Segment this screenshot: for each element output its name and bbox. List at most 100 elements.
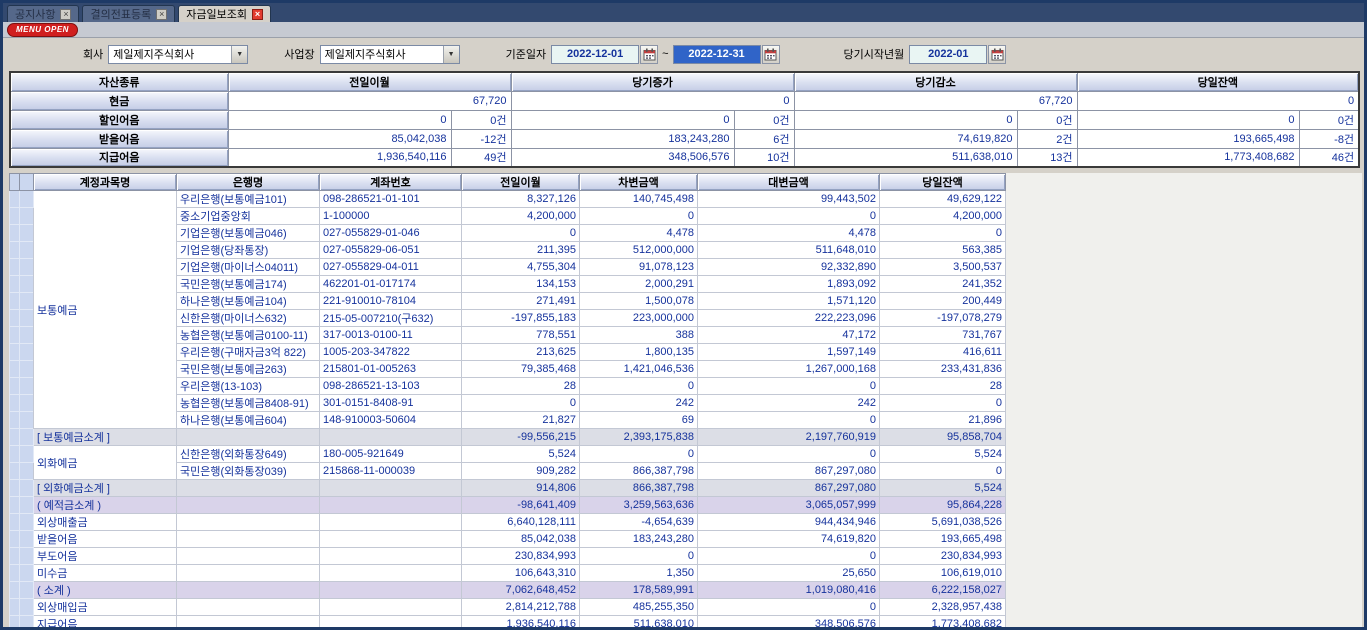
row-selector[interactable]: [10, 463, 20, 480]
grid-cell[interactable]: 10건: [734, 148, 794, 167]
grid-cell[interactable]: 4,200,000: [462, 208, 580, 225]
grid-cell[interactable]: 0건: [451, 110, 511, 129]
bank-name-cell[interactable]: 국민은행(보통예금174): [177, 276, 320, 293]
row-selector[interactable]: [20, 378, 34, 395]
row-label-cell[interactable]: [ 외화예금소계 ]: [34, 480, 177, 497]
row-selector[interactable]: [20, 225, 34, 242]
row-selector[interactable]: [10, 599, 20, 616]
grid-cell[interactable]: 233,431,836: [880, 361, 1006, 378]
row-selector[interactable]: [10, 497, 20, 514]
row-selector[interactable]: [10, 191, 20, 208]
row-selector[interactable]: [20, 463, 34, 480]
grid-cell[interactable]: 69: [580, 412, 698, 429]
row-selector[interactable]: [10, 293, 20, 310]
row-selector[interactable]: [10, 327, 20, 344]
menu-open-button[interactable]: MENU OPEN: [7, 23, 78, 37]
row-selector[interactable]: [10, 395, 20, 412]
grid-cell[interactable]: 91,078,123: [580, 259, 698, 276]
account-number-cell[interactable]: 1-100000: [320, 208, 462, 225]
grid-cell[interactable]: 200,449: [880, 293, 1006, 310]
grid-cell[interactable]: 1,350: [580, 565, 698, 582]
bank-name-cell[interactable]: 기업은행(당좌통장): [177, 242, 320, 259]
row-selector[interactable]: [20, 191, 34, 208]
grid-cell[interactable]: 5,524: [880, 480, 1006, 497]
grid-cell[interactable]: 0: [580, 378, 698, 395]
grid-cell[interactable]: 944,434,946: [698, 514, 880, 531]
date-from-input[interactable]: [551, 45, 639, 64]
account-group-cell[interactable]: 외화예금: [34, 446, 177, 480]
grid-cell[interactable]: 3,065,057,999: [698, 497, 880, 514]
account-number-cell[interactable]: 027-055829-01-046: [320, 225, 462, 242]
column-header[interactable]: 계정과목명: [34, 174, 177, 191]
close-icon[interactable]: ×: [60, 9, 71, 20]
grid-cell[interactable]: 4,755,304: [462, 259, 580, 276]
grid-cell[interactable]: 0건: [734, 110, 794, 129]
bank-name-cell[interactable]: 중소기업중앙회: [177, 208, 320, 225]
grid-cell[interactable]: 0: [698, 208, 880, 225]
column-header[interactable]: 대변금액: [698, 174, 880, 191]
account-number-cell[interactable]: 1005-203-347822: [320, 344, 462, 361]
bank-name-cell[interactable]: 기업은행(보통예금046): [177, 225, 320, 242]
grid-cell[interactable]: 271,491: [462, 293, 580, 310]
grid-cell[interactable]: 5,691,038,526: [880, 514, 1006, 531]
row-label-cell[interactable]: 미수금: [34, 565, 177, 582]
account-number-cell[interactable]: 462201-01-017174: [320, 276, 462, 293]
grid-cell[interactable]: 348,506,576: [698, 616, 880, 630]
row-selector[interactable]: [10, 429, 20, 446]
row-selector[interactable]: [10, 548, 20, 565]
row-selector[interactable]: [20, 310, 34, 327]
account-number-cell[interactable]: 301-0151-8408-91: [320, 395, 462, 412]
grid-cell[interactable]: 2,000,291: [580, 276, 698, 293]
grid-cell[interactable]: 28: [462, 378, 580, 395]
grid-cell[interactable]: 67,720: [794, 91, 1077, 110]
bank-name-cell[interactable]: [177, 429, 320, 446]
grid-cell[interactable]: 1,936,540,116: [462, 616, 580, 630]
grid-cell[interactable]: -197,078,279: [880, 310, 1006, 327]
grid-cell[interactable]: -99,556,215: [462, 429, 580, 446]
bank-name-cell[interactable]: [177, 599, 320, 616]
row-label-cell[interactable]: ( 예적금소계 ): [34, 497, 177, 514]
grid-cell[interactable]: 178,589,991: [580, 582, 698, 599]
grid-cell[interactable]: 74,619,820: [794, 129, 1017, 148]
column-header[interactable]: 자산종류: [10, 72, 228, 91]
grid-cell[interactable]: 223,000,000: [580, 310, 698, 327]
grid-cell[interactable]: 1,597,149: [698, 344, 880, 361]
column-header[interactable]: 계좌번호: [320, 174, 462, 191]
grid-cell[interactable]: 1,571,120: [698, 293, 880, 310]
row-selector[interactable]: [10, 616, 20, 630]
row-label-cell[interactable]: 외상매출금: [34, 514, 177, 531]
account-number-cell[interactable]: [320, 497, 462, 514]
grid-cell[interactable]: 28: [880, 378, 1006, 395]
grid-cell[interactable]: 183,243,280: [580, 531, 698, 548]
grid-cell[interactable]: 0: [228, 110, 451, 129]
grid-cell[interactable]: 3,259,563,636: [580, 497, 698, 514]
grid-cell[interactable]: 193,665,498: [1077, 129, 1299, 148]
account-number-cell[interactable]: [320, 531, 462, 548]
grid-cell[interactable]: 106,619,010: [880, 565, 1006, 582]
account-number-cell[interactable]: 221-910010-78104: [320, 293, 462, 310]
bank-name-cell[interactable]: 하나은행(보통예금604): [177, 412, 320, 429]
grid-cell[interactable]: 67,720: [228, 91, 511, 110]
row-selector[interactable]: [20, 242, 34, 259]
asset-type-header[interactable]: 받을어음: [10, 129, 228, 148]
bank-name-cell[interactable]: 농협은행(보통예금8408-91): [177, 395, 320, 412]
grid-cell[interactable]: 0: [698, 548, 880, 565]
column-header[interactable]: 은행명: [177, 174, 320, 191]
bank-name-cell[interactable]: [177, 514, 320, 531]
grid-cell[interactable]: 0: [880, 463, 1006, 480]
account-number-cell[interactable]: 027-055829-04-011: [320, 259, 462, 276]
grid-cell[interactable]: 134,153: [462, 276, 580, 293]
grid-cell[interactable]: 0: [580, 446, 698, 463]
grid-cell[interactable]: 2,328,957,438: [880, 599, 1006, 616]
grid-cell[interactable]: 1,800,135: [580, 344, 698, 361]
row-selector[interactable]: [10, 480, 20, 497]
row-selector[interactable]: [20, 276, 34, 293]
grid-cell[interactable]: 0: [880, 225, 1006, 242]
bank-name-cell[interactable]: 농협은행(보통예금0100-11): [177, 327, 320, 344]
calendar-icon[interactable]: [762, 45, 780, 64]
account-number-cell[interactable]: [320, 599, 462, 616]
bank-name-cell[interactable]: [177, 548, 320, 565]
row-selector[interactable]: [20, 395, 34, 412]
grid-cell[interactable]: 183,243,280: [511, 129, 734, 148]
grid-cell[interactable]: 5,524: [880, 446, 1006, 463]
